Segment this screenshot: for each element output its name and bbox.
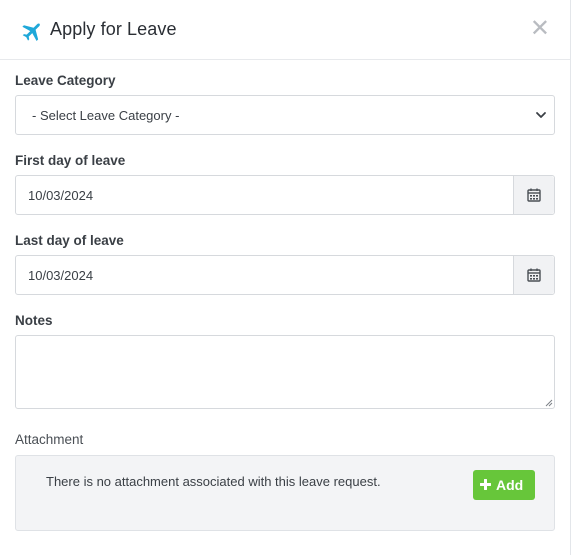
attachment-empty-message: There is no attachment associated with t… xyxy=(46,474,381,489)
airplane-icon xyxy=(22,23,40,41)
leave-category-selected: - Select Leave Category - xyxy=(32,108,180,123)
attachment-label: Attachment xyxy=(15,432,84,447)
first-day-value: 10/03/2024 xyxy=(28,188,94,203)
add-attachment-button[interactable]: Add xyxy=(473,470,535,500)
first-day-label: First day of leave xyxy=(15,153,126,168)
notes-textarea[interactable] xyxy=(15,335,555,409)
leave-category-label: Leave Category xyxy=(15,73,116,88)
plus-icon xyxy=(480,479,491,490)
first-day-field[interactable]: 10/03/2024 xyxy=(15,175,555,215)
last-day-label: Last day of leave xyxy=(15,233,124,248)
calendar-icon xyxy=(527,188,541,202)
leave-category-select[interactable]: - Select Leave Category - xyxy=(15,95,555,135)
last-day-field[interactable]: 10/03/2024 xyxy=(15,255,555,295)
modal-header: Apply for Leave ✕ xyxy=(0,0,570,60)
chevron-down-icon xyxy=(536,112,546,118)
last-day-value: 10/03/2024 xyxy=(28,268,94,283)
apply-leave-modal: Apply for Leave ✕ Leave Category - Selec… xyxy=(0,0,571,555)
calendar-icon xyxy=(527,268,541,282)
last-day-calendar-button[interactable] xyxy=(513,256,554,294)
attachment-panel: There is no attachment associated with t… xyxy=(15,455,555,531)
modal-title: Apply for Leave xyxy=(50,19,177,39)
resize-grip-icon[interactable] xyxy=(545,399,553,407)
notes-label: Notes xyxy=(15,313,53,328)
first-day-calendar-button[interactable] xyxy=(513,176,554,214)
add-button-label: Add xyxy=(496,477,524,493)
close-icon[interactable]: ✕ xyxy=(530,16,550,40)
